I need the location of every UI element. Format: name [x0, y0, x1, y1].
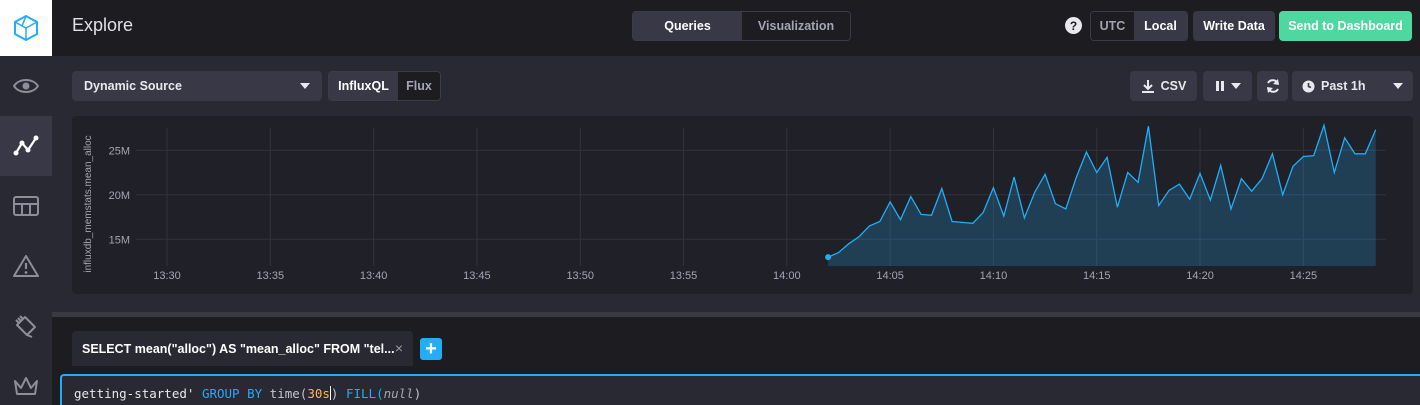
chevron-down-icon [300, 83, 310, 89]
x-tick-label: 13:55 [670, 270, 698, 282]
influx-logo-icon [14, 14, 38, 42]
send-to-dashboard-button[interactable]: Send to Dashboard [1279, 11, 1412, 41]
help-icon[interactable]: ? [1065, 17, 1082, 34]
chevron-down-icon [1393, 83, 1403, 89]
sidebar-item-dashboards[interactable] [0, 176, 52, 236]
time-range-label: Past 1h [1321, 79, 1366, 93]
flux-button[interactable]: Flux [398, 72, 440, 100]
x-tick-label: 13:50 [566, 270, 594, 282]
query-end-paren: ) [413, 386, 422, 401]
x-tick-label: 14:15 [1083, 270, 1111, 282]
clock-icon [1302, 80, 1315, 92]
query-interval-number: 30 [307, 386, 323, 401]
x-tick-label: 14:10 [980, 270, 1008, 282]
x-tick-label: 13:40 [360, 270, 388, 282]
source-dropdown-label: Dynamic Source [84, 79, 182, 93]
y-axis-label: influxdb_memstats.mean_alloc [83, 135, 94, 272]
query-tab[interactable]: SELECT mean("alloc") AS "mean_alloc" FRO… [72, 331, 413, 366]
x-tick-label: 14:00 [773, 270, 801, 282]
tab-queries[interactable]: Queries [633, 12, 742, 40]
sidebar-item-config[interactable] [0, 296, 52, 356]
query-interval-unit: s [322, 386, 330, 401]
source-dropdown[interactable]: Dynamic Source [72, 71, 322, 101]
timezone-toggle: UTC Local [1090, 11, 1188, 41]
alert-icon [13, 255, 39, 277]
x-tick-label: 13:30 [153, 270, 181, 282]
line-chart[interactable]: 13:30 13:35 13:40 13:45 13:50 13:55 14:00 14:05… [72, 116, 1413, 294]
eye-icon [13, 79, 39, 93]
query-fn-time: time( [269, 386, 308, 401]
close-icon[interactable]: × [395, 340, 403, 356]
wrench-icon [15, 315, 36, 338]
y-tick-label: 15M [109, 234, 130, 246]
utc-button[interactable]: UTC [1091, 12, 1134, 40]
page-header: Explore Queries Visualization ? UTC Loca… [52, 0, 1420, 52]
graph-panel: 13:30 13:35 13:40 13:45 13:50 13:55 14:00 14:05… [72, 116, 1413, 294]
graph-section: Dynamic Source InfluxQL Flux CSV Past 1h… [52, 56, 1420, 312]
refresh-button[interactable] [1257, 71, 1288, 101]
query-language-toggle: InfluxQL Flux [328, 71, 441, 101]
x-tick-label: 14:20 [1186, 270, 1214, 282]
dashboard-grid-icon [13, 196, 39, 216]
series-area [828, 125, 1376, 266]
sidebar-item-status[interactable] [0, 56, 52, 116]
series-start-point [825, 254, 832, 261]
query-fill-null: null [383, 386, 414, 401]
page-title: Explore [72, 15, 134, 35]
graph-icon [13, 135, 39, 156]
sidebar-item-admin[interactable] [0, 356, 52, 405]
query-tab-label: SELECT mean("alloc") AS "mean_alloc" FRO… [82, 341, 395, 356]
x-tick-label: 13:45 [463, 270, 491, 282]
write-data-button[interactable]: Write Data [1193, 11, 1275, 41]
query-keyword-group-by: GROUP BY [201, 386, 270, 401]
y-tick-label: 25M [109, 145, 130, 157]
x-tick-label: 14:25 [1290, 270, 1318, 282]
csv-label: CSV [1160, 79, 1187, 93]
influx-logo[interactable] [0, 0, 52, 56]
sidebar-item-explore[interactable] [0, 116, 52, 176]
crown-icon [14, 377, 38, 395]
query-keyword-fill: FILL( [345, 386, 384, 401]
refresh-icon [1266, 79, 1279, 93]
x-tick-label: 13:35 [257, 270, 285, 282]
sidebar-item-alerts[interactable] [0, 236, 52, 296]
sidebar [0, 0, 52, 405]
tab-visualization[interactable]: Visualization [742, 12, 850, 40]
query-section: SELECT mean("alloc") AS "mean_alloc" FRO… [52, 317, 1420, 405]
local-button[interactable]: Local [1134, 12, 1187, 40]
query-close-paren: ) [330, 386, 346, 401]
time-range-dropdown[interactable]: Past 1h [1292, 71, 1413, 101]
y-tick-label: 20M [109, 190, 130, 202]
influxql-button[interactable]: InfluxQL [329, 72, 398, 100]
download-icon [1141, 80, 1154, 93]
csv-download-button[interactable]: CSV [1130, 71, 1197, 101]
queries-visualization-toggle: Queries Visualization [632, 11, 851, 41]
add-query-button[interactable]: + [420, 338, 442, 360]
app-root: Explore Queries Visualization ? UTC Loca… [0, 0, 1420, 405]
chevron-down-icon [1230, 83, 1241, 89]
query-editor[interactable]: getting-started' GROUP BY time(30s) FILL… [60, 374, 1420, 405]
x-tick-label: 14:05 [876, 270, 904, 282]
pause-icon [1215, 81, 1224, 91]
query-text-measurement: getting-started' [74, 386, 202, 401]
autorefresh-dropdown[interactable] [1203, 71, 1252, 101]
